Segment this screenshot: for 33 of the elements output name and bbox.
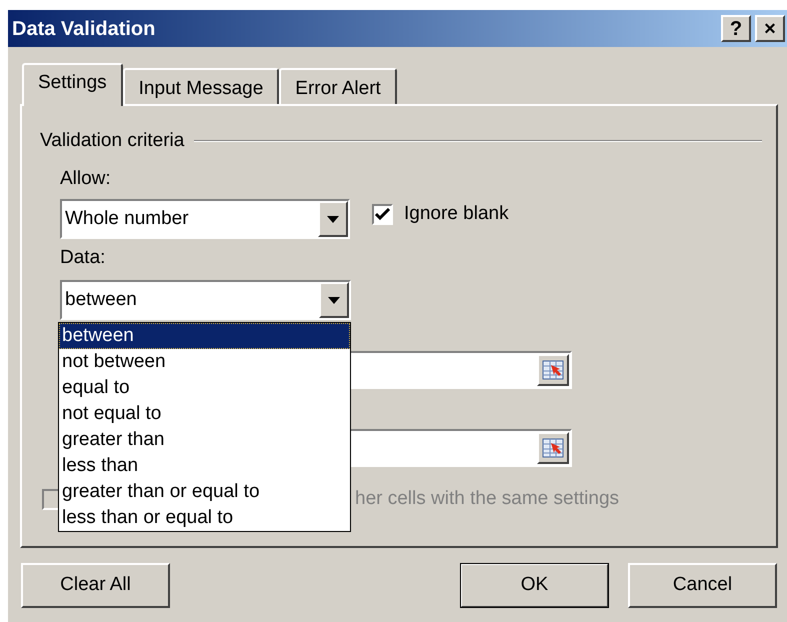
close-button[interactable]: × xyxy=(755,15,785,42)
dialog-button[interactable]: Clear All xyxy=(21,563,170,608)
list-option[interactable]: greater than or equal to xyxy=(59,479,350,505)
dropdown-button[interactable] xyxy=(319,282,349,318)
help-button[interactable]: ? xyxy=(721,15,751,42)
list-option[interactable]: equal to xyxy=(59,375,350,401)
list-option[interactable]: less than xyxy=(59,453,350,479)
tab[interactable]: Error Alert xyxy=(279,68,397,104)
list-option[interactable]: not equal to xyxy=(59,401,350,427)
tab[interactable]: Input Message xyxy=(122,68,280,104)
caret-icon xyxy=(328,296,340,304)
list-option[interactable]: not between xyxy=(59,349,350,375)
checkbox[interactable] xyxy=(372,204,393,225)
list-option[interactable]: greater than xyxy=(59,427,350,453)
range-select-button[interactable] xyxy=(537,354,569,386)
dropdown-button[interactable] xyxy=(318,201,348,237)
range-select-button[interactable] xyxy=(537,432,569,464)
list-option[interactable]: between xyxy=(59,323,350,349)
grid-arrow-icon xyxy=(542,360,564,380)
field-label: Allow: xyxy=(60,167,111,187)
allow-dropdown[interactable]: Whole number xyxy=(60,199,350,239)
field-label: Data: xyxy=(60,246,106,266)
grid-arrow-icon xyxy=(542,438,564,458)
section-title: Validation criteria xyxy=(40,128,184,153)
checkbox-label: her cells with the same settings xyxy=(355,487,620,511)
dialog-button[interactable]: Cancel xyxy=(628,563,777,608)
tab[interactable]: Settings xyxy=(22,63,123,106)
window-title: Data Validation xyxy=(12,16,156,42)
list-option[interactable]: less than or equal to xyxy=(59,505,350,531)
checkbox-label: Ignore blank xyxy=(404,202,509,226)
caret-icon xyxy=(327,216,339,222)
data-dropdown[interactable]: between xyxy=(60,280,351,320)
dialog-button[interactable]: OK xyxy=(460,563,609,608)
